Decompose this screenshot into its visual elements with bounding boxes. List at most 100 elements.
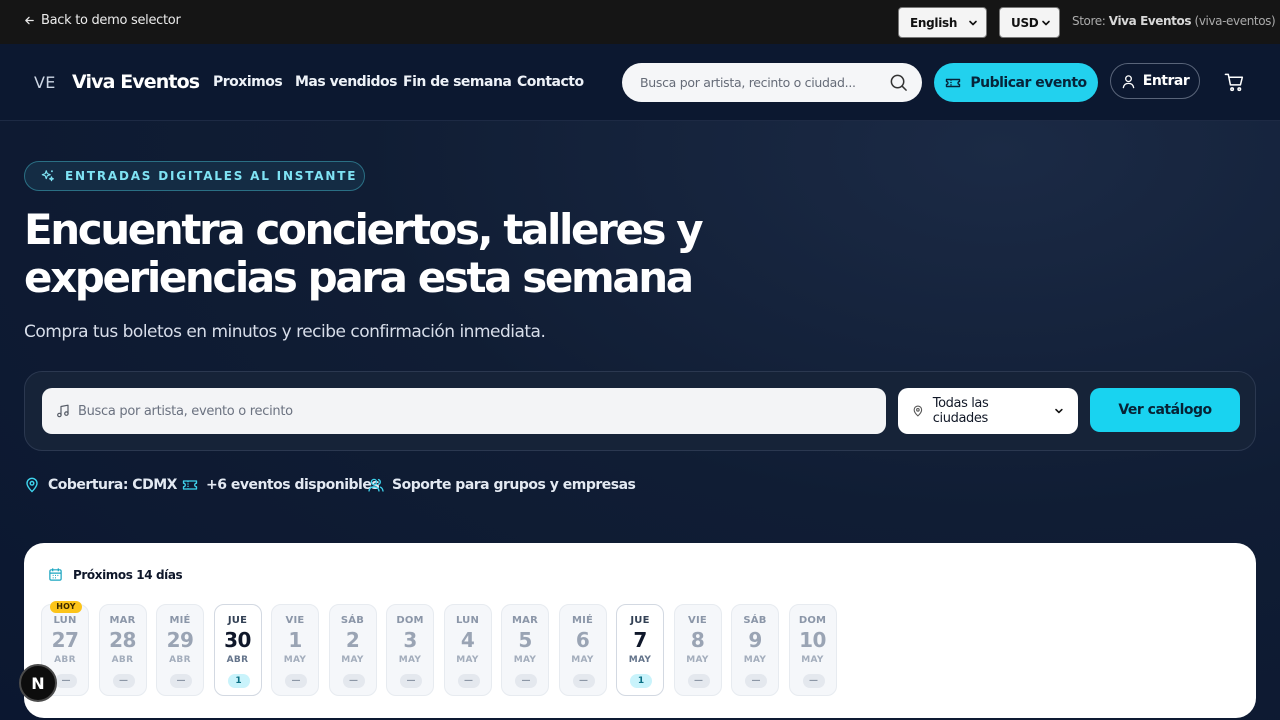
cart-icon[interactable]	[1224, 72, 1245, 93]
day-chip[interactable]: LUN 4 MAY —	[443, 604, 492, 696]
sparkles-icon	[41, 170, 54, 182]
today-badge: HOY	[50, 601, 82, 613]
day-month: MAY	[686, 655, 709, 665]
calendar-title: Próximos 14 días	[73, 567, 183, 582]
chevron-down-icon	[1042, 20, 1050, 25]
login-button[interactable]: Entrar	[1110, 63, 1200, 99]
nav-link-fin-de-semana[interactable]: Fin de semana	[403, 74, 512, 90]
event-count: —	[572, 674, 595, 688]
group-support-label: Soporte para grupos y empresas	[392, 477, 636, 493]
day-chip[interactable]: JUE 30 ABR 1	[213, 604, 262, 696]
map-pin-icon	[26, 477, 38, 493]
event-count: —	[515, 674, 537, 688]
nav-search-input[interactable]	[640, 75, 889, 90]
top-bar: Back to demo selector English USD Store:…	[0, 0, 1280, 44]
day-chip[interactable]: SÁB 2 MAY —	[328, 604, 377, 696]
search-icon[interactable]	[889, 73, 908, 92]
day-number: 4	[460, 628, 475, 652]
event-count: —	[285, 674, 307, 688]
day-month: ABR	[111, 655, 134, 665]
upcoming-days-card: Próximos 14 días HOY LUN 27 ABR — MAR 28 ABR — MI…	[24, 543, 1256, 718]
day-number: 9	[748, 628, 762, 652]
hero-search-box	[42, 388, 886, 434]
day-month: MAY	[398, 655, 422, 665]
coverage-label: Cobertura: CDMX	[48, 477, 177, 493]
day-chip[interactable]: MAR 28 ABR —	[98, 604, 147, 696]
hero-subtitle: Compra tus boletos en minutos y recibe c…	[24, 322, 546, 342]
day-of-week: MAR	[109, 615, 136, 626]
nav-link-contacto[interactable]: Contacto	[517, 74, 584, 90]
back-link-label: Back to demo selector	[41, 13, 181, 28]
n-badge-button[interactable]: N	[19, 664, 57, 702]
event-count: 1	[630, 674, 652, 688]
publish-event-button[interactable]: Publicar evento	[934, 63, 1098, 102]
ticket-icon	[946, 78, 961, 87]
day-month: MAY	[283, 655, 307, 665]
nav-link-mas-vendidos[interactable]: Mas vendidos	[295, 74, 397, 90]
store-name: Viva Eventos	[1108, 14, 1192, 28]
day-number: 30	[224, 628, 251, 652]
event-count: —	[170, 674, 192, 688]
hero-badge-label: ENTRADAS DIGITALES AL INSTANTE	[65, 169, 358, 183]
hero-title-line-2: experiencias para esta semana	[24, 253, 694, 302]
logo-name[interactable]: Viva Eventos	[72, 71, 200, 93]
day-chip[interactable]: VIE 8 MAY —	[673, 604, 722, 696]
day-chip[interactable]: DOM 3 MAY —	[386, 604, 434, 696]
events-available-info: +6 eventos disponibles	[182, 477, 380, 493]
day-chip[interactable]: DOM 10 MAY —	[788, 604, 837, 696]
event-count: —	[342, 674, 365, 688]
day-chip[interactable]: MIÉ 29 ABR —	[156, 604, 204, 696]
day-month: MAY	[456, 655, 479, 665]
events-available-label: +6 eventos disponibles	[206, 477, 380, 493]
day-chip[interactable]: MAR 5 MAY —	[501, 604, 549, 696]
user-icon	[1122, 74, 1135, 88]
day-number: 5	[518, 628, 532, 652]
nav-search-box	[622, 63, 922, 102]
day-of-week: VIE	[688, 615, 707, 626]
logo-mark[interactable]: VE	[34, 73, 56, 92]
group-support-info: Soporte para grupos y empresas	[368, 477, 636, 493]
city-select[interactable]: Todas las ciudades	[898, 388, 1078, 434]
day-of-week: MIÉ	[169, 615, 191, 626]
day-of-week: DOM	[798, 615, 827, 626]
day-number: 3	[403, 628, 417, 652]
day-number: 8	[690, 628, 705, 652]
day-chip[interactable]: VIE 1 MAY —	[271, 604, 319, 696]
coverage-info: Cobertura: CDMX	[24, 477, 177, 493]
day-chip[interactable]: MIÉ 6 MAY —	[558, 604, 607, 696]
day-month: MAY	[743, 655, 767, 665]
hero-badge: ENTRADAS DIGITALES AL INSTANTE	[24, 161, 365, 191]
back-to-demo-link[interactable]: Back to demo selector	[24, 13, 181, 28]
day-number: 1	[288, 628, 302, 652]
login-label: Entrar	[1142, 73, 1190, 89]
chevron-down-icon	[1055, 408, 1063, 414]
music-note-icon	[57, 404, 69, 418]
day-month: MAY	[513, 655, 537, 665]
day-of-week: LUN	[455, 615, 480, 626]
day-month: ABR	[54, 655, 76, 665]
hero-title-line-1: Encuentra conciertos, talleres y	[24, 205, 704, 254]
day-of-week: JUE	[630, 615, 650, 626]
day-chip[interactable]: JUE 7 MAY 1	[616, 604, 664, 696]
map-pin-icon	[913, 405, 923, 417]
day-number: 28	[109, 628, 136, 652]
calendar-header: Próximos 14 días	[48, 567, 183, 582]
day-of-week: MIÉ	[571, 615, 594, 626]
day-chip[interactable]: SÁB 9 MAY —	[731, 604, 779, 696]
hero-search-panel: Todas las ciudades Ver catálogo	[24, 371, 1256, 451]
event-count: —	[400, 674, 422, 688]
currency-select[interactable]: USD	[999, 7, 1060, 38]
view-catalog-button[interactable]: Ver catálogo	[1090, 388, 1240, 432]
store-info: Store: Viva Eventos (viva-eventos)	[1072, 14, 1276, 28]
language-select[interactable]: English	[898, 7, 987, 38]
event-count: —	[745, 674, 767, 688]
hero-search-input[interactable]	[78, 403, 886, 419]
day-of-week: VIE	[285, 615, 305, 626]
event-count: —	[457, 674, 480, 688]
event-count: 1	[227, 674, 250, 688]
day-number: 27	[51, 628, 79, 652]
day-month: MAY	[801, 655, 824, 665]
chevron-down-icon	[969, 20, 977, 25]
main-navbar: VE Viva Eventos Proximos Mas vendidos Fi…	[0, 44, 1280, 121]
nav-link-proximos[interactable]: Proximos	[213, 74, 283, 90]
